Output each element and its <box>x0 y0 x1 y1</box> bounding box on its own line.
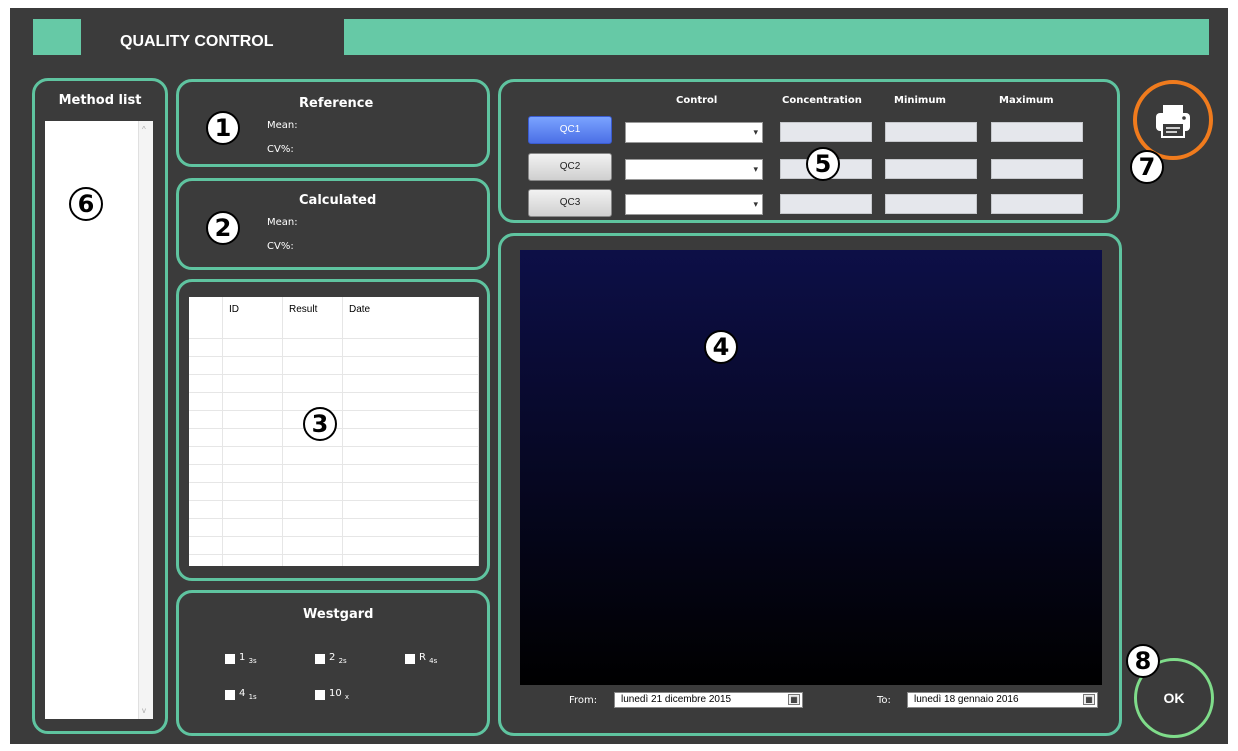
calculated-title: Calculated <box>299 193 377 208</box>
reference-cv-label: CV%: <box>267 144 294 155</box>
from-date-picker[interactable]: lunedì 21 dicembre 2015 ▦ <box>614 692 803 708</box>
table-row <box>189 321 479 339</box>
table-row <box>189 464 479 483</box>
method-list-scrollbar[interactable]: ^ v <box>138 121 153 719</box>
qc3-concentration-field[interactable] <box>780 194 872 214</box>
print-button[interactable] <box>1133 80 1213 160</box>
chevron-down-icon[interactable]: ▾ <box>753 199 758 210</box>
qc3-button[interactable]: QC3 <box>528 189 612 217</box>
callout-2: 2 <box>206 211 240 245</box>
method-list-title: Method list <box>58 93 142 108</box>
rule-10-x-checkbox[interactable] <box>315 690 325 700</box>
table-row <box>189 374 479 393</box>
qc3-maximum-field[interactable] <box>991 194 1083 214</box>
method-list-panel: Method list ^ v 6 <box>32 78 168 734</box>
qc-window: QUALITY CONTROL Method list ^ v 6 Refere… <box>10 8 1228 744</box>
to-date-picker[interactable]: lunedì 18 gennaio 2016 ▦ <box>907 692 1098 708</box>
reference-title: Reference <box>299 96 374 111</box>
qc2-control-select[interactable]: ▾ <box>625 159 763 180</box>
qc2-minimum-field[interactable] <box>885 159 977 179</box>
table-row <box>189 338 479 357</box>
scroll-down-icon[interactable]: v <box>142 706 146 715</box>
controls-panel: Control Concentration Minimum Maximum QC… <box>498 79 1120 223</box>
qc1-minimum-field[interactable] <box>885 122 977 142</box>
column-header-minimum: Minimum <box>894 95 946 106</box>
qc3-control-select[interactable]: ▾ <box>625 194 763 215</box>
qc3-minimum-field[interactable] <box>885 194 977 214</box>
column-header-control: Control <box>676 95 718 106</box>
westgard-panel: Westgard 1 3s 2 2s R 4s 4 1s 10 x <box>176 590 490 736</box>
qc1-maximum-field[interactable] <box>991 122 1083 142</box>
qc1-control-select[interactable]: ▾ <box>625 122 763 143</box>
table-row <box>189 392 479 411</box>
qc-chart-area: 4 <box>520 250 1102 685</box>
chevron-down-icon[interactable]: ▾ <box>753 127 758 138</box>
column-header-date[interactable]: Date <box>342 297 479 321</box>
callout-1: 1 <box>206 111 240 145</box>
table-row <box>189 500 479 519</box>
callout-8: 8 <box>1126 644 1160 678</box>
rule-4-1s-label: 4 1s <box>239 688 257 701</box>
calculated-mean-label: Mean: <box>267 217 298 228</box>
row-header-col <box>189 297 223 321</box>
table-row <box>189 482 479 501</box>
table-row <box>189 446 479 465</box>
column-header-result[interactable]: Result <box>282 297 343 321</box>
callout-5: 5 <box>806 147 840 181</box>
rule-2-2s-label: 2 2s <box>329 652 347 665</box>
rule-1-3s-checkbox[interactable] <box>225 654 235 664</box>
column-header-maximum: Maximum <box>999 95 1054 106</box>
westgard-title: Westgard <box>303 607 374 622</box>
qc2-button[interactable]: QC2 <box>528 153 612 181</box>
qc2-maximum-field[interactable] <box>991 159 1083 179</box>
to-label: To: <box>877 695 891 706</box>
callout-3: 3 <box>303 407 337 441</box>
callout-4: 4 <box>704 330 738 364</box>
rule-r-4s-label: R 4s <box>419 652 438 665</box>
table-row <box>189 356 479 375</box>
calculated-panel: Calculated Mean: CV%: 2 <box>176 178 490 270</box>
calendar-icon[interactable]: ▦ <box>1083 694 1095 705</box>
results-table[interactable]: ID Result Date 3 <box>189 297 479 566</box>
rule-r-4s-checkbox[interactable] <box>405 654 415 664</box>
results-header-row: ID Result Date <box>189 297 479 321</box>
qc1-concentration-field[interactable] <box>780 122 872 142</box>
from-date-value: lunedì 21 dicembre 2015 <box>621 694 732 705</box>
table-row <box>189 554 479 566</box>
title-bar-fill <box>344 19 1209 55</box>
column-header-id[interactable]: ID <box>222 297 283 321</box>
title-bar-accent <box>33 19 81 55</box>
to-date-value: lunedì 18 gennaio 2016 <box>914 694 1019 705</box>
chevron-down-icon[interactable]: ▾ <box>753 164 758 175</box>
chart-panel: 4 From: lunedì 21 dicembre 2015 ▦ To: lu… <box>498 233 1122 736</box>
rule-4-1s-checkbox[interactable] <box>225 690 235 700</box>
callout-6: 6 <box>69 187 103 221</box>
table-row <box>189 536 479 555</box>
printer-icon <box>1156 105 1190 138</box>
calculated-cv-label: CV%: <box>267 241 294 252</box>
rule-1-3s-label: 1 3s <box>239 652 257 665</box>
calendar-icon[interactable]: ▦ <box>788 694 800 705</box>
rule-10-x-label: 10 x <box>329 688 350 701</box>
table-row <box>189 518 479 537</box>
page-title: QUALITY CONTROL <box>120 33 274 50</box>
column-header-concentration: Concentration <box>782 95 862 106</box>
qc1-button[interactable]: QC1 <box>528 116 612 144</box>
results-panel: ID Result Date 3 <box>176 279 490 581</box>
rule-2-2s-checkbox[interactable] <box>315 654 325 664</box>
from-label: From: <box>569 695 598 706</box>
callout-7: 7 <box>1130 150 1164 184</box>
reference-panel: Reference Mean: CV%: 1 <box>176 79 490 167</box>
reference-mean-label: Mean: <box>267 120 298 131</box>
scroll-up-icon[interactable]: ^ <box>142 125 146 134</box>
